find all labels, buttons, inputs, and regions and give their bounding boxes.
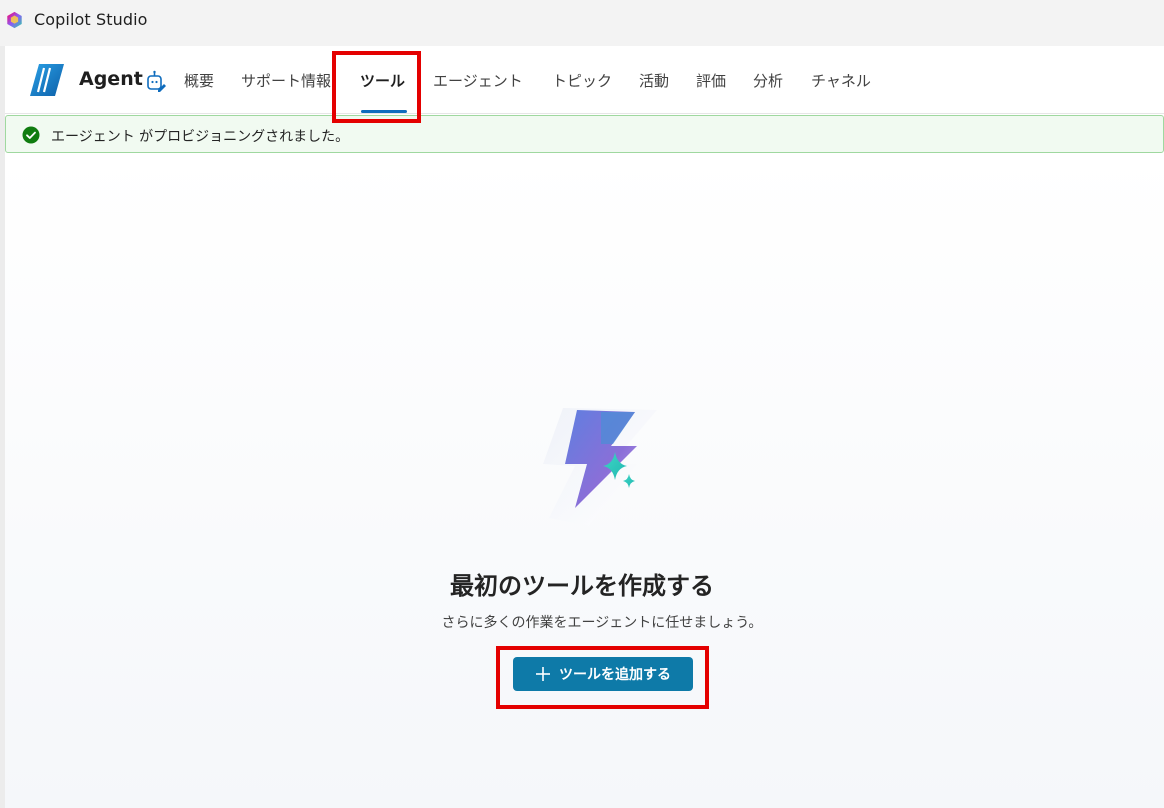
app-title: Copilot Studio [34, 10, 148, 29]
tab-analytics[interactable]: 分析 [753, 70, 783, 91]
plus-icon [536, 667, 550, 681]
add-tool-button[interactable]: ツールを追加する [513, 657, 693, 691]
empty-state-subtitle: さらに多くの作業をエージェントに任せましょう。 [441, 615, 763, 631]
agent-logo-icon [30, 64, 64, 96]
tab-evaluation[interactable]: 評価 [696, 70, 726, 91]
tab-knowledge[interactable]: サポート情報 [241, 70, 331, 91]
add-tool-button-label: ツールを追加する [559, 666, 671, 682]
tab-activity[interactable]: 活動 [639, 70, 669, 91]
empty-state-title: 最初のツールを作成する [450, 572, 714, 600]
title-bar: Copilot Studio [0, 0, 1164, 46]
copilot-studio-logo-icon [7, 11, 22, 29]
agent-edit-icon[interactable] [146, 70, 166, 92]
success-banner: エージェント がプロビジョニングされました。 [5, 115, 1164, 153]
agent-header: Agent 概要 サポート情報 ツール エージェント トピック 活動 評価 分析… [5, 46, 1164, 114]
active-tab-indicator [361, 110, 407, 113]
banner-message: エージェント がプロビジョニングされました。 [51, 129, 350, 145]
lightning-sparkle-icon [543, 408, 657, 526]
agent-name: Agent [79, 68, 143, 90]
tab-tools[interactable]: ツール [360, 70, 405, 91]
tab-agents[interactable]: エージェント [433, 70, 523, 91]
tab-channels[interactable]: チャネル [811, 70, 871, 91]
check-circle-icon [22, 126, 40, 144]
tab-overview[interactable]: 概要 [184, 70, 214, 91]
tab-topics[interactable]: トピック [552, 70, 612, 91]
